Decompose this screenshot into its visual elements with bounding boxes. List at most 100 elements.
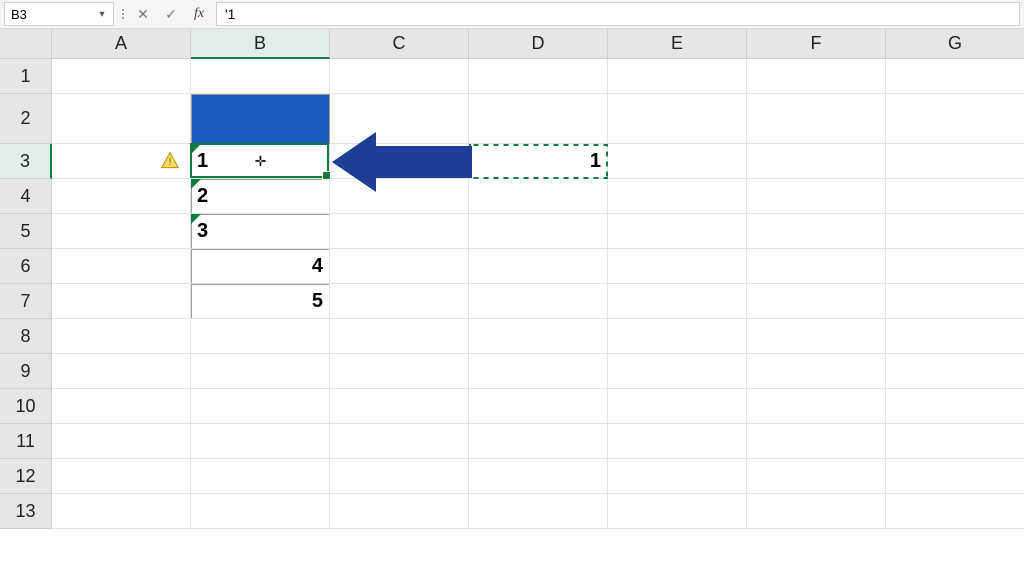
cell-C13[interactable] — [330, 494, 469, 529]
cell-D4[interactable] — [469, 179, 608, 214]
cell-E12[interactable] — [608, 459, 747, 494]
column-header-E[interactable]: E — [608, 29, 747, 59]
cell-F7[interactable] — [747, 284, 886, 319]
name-box[interactable]: B3 ▾ — [4, 2, 114, 26]
cell-A6[interactable] — [52, 249, 191, 284]
cell-G13[interactable] — [886, 494, 1024, 529]
row-header-1[interactable]: 1 — [0, 59, 52, 94]
cell-G8[interactable] — [886, 319, 1024, 354]
formula-input[interactable]: '1 — [216, 2, 1020, 26]
cell-D5[interactable] — [469, 214, 608, 249]
cell-E13[interactable] — [608, 494, 747, 529]
cell-A13[interactable] — [52, 494, 191, 529]
cell-D12[interactable] — [469, 459, 608, 494]
cell-C5[interactable] — [330, 214, 469, 249]
cell-D9[interactable] — [469, 354, 608, 389]
cell-fill-B2[interactable] — [191, 94, 330, 144]
cell-C10[interactable] — [330, 389, 469, 424]
cell-E10[interactable] — [608, 389, 747, 424]
row-header-8[interactable]: 8 — [0, 319, 52, 354]
cell-D11[interactable] — [469, 424, 608, 459]
cell-value-B7[interactable]: 5 — [191, 284, 330, 319]
cell-C8[interactable] — [330, 319, 469, 354]
cell-A10[interactable] — [52, 389, 191, 424]
cell-F10[interactable] — [747, 389, 886, 424]
row-header-4[interactable]: 4 — [0, 179, 52, 214]
cell-D7[interactable] — [469, 284, 608, 319]
cell-A11[interactable] — [52, 424, 191, 459]
column-header-B[interactable]: B — [191, 29, 330, 59]
cell-G3[interactable] — [886, 144, 1024, 179]
cell-F12[interactable] — [747, 459, 886, 494]
cell-G5[interactable] — [886, 214, 1024, 249]
cell-D10[interactable] — [469, 389, 608, 424]
cell-B1[interactable] — [191, 59, 330, 94]
cell-C9[interactable] — [330, 354, 469, 389]
column-header-A[interactable]: A — [52, 29, 191, 59]
cell-E7[interactable] — [608, 284, 747, 319]
cell-E2[interactable] — [608, 94, 747, 144]
cell-C7[interactable] — [330, 284, 469, 319]
cell-C12[interactable] — [330, 459, 469, 494]
cell-A12[interactable] — [52, 459, 191, 494]
cell-value-D3[interactable]: 1 — [469, 144, 608, 179]
cell-A2[interactable] — [52, 94, 191, 144]
cell-G11[interactable] — [886, 424, 1024, 459]
cell-E9[interactable] — [608, 354, 747, 389]
row-header-9[interactable]: 9 — [0, 354, 52, 389]
cell-G12[interactable] — [886, 459, 1024, 494]
cell-F2[interactable] — [747, 94, 886, 144]
warning-icon[interactable]: ! — [159, 150, 181, 172]
cell-G7[interactable] — [886, 284, 1024, 319]
cell-B11[interactable] — [191, 424, 330, 459]
row-header-7[interactable]: 7 — [0, 284, 52, 319]
row-header-11[interactable]: 11 — [0, 424, 52, 459]
cell-E11[interactable] — [608, 424, 747, 459]
enter-button[interactable]: ✓ — [160, 3, 182, 25]
cell-D2[interactable] — [469, 94, 608, 144]
cell-F3[interactable] — [747, 144, 886, 179]
cell-D13[interactable] — [469, 494, 608, 529]
cell-B9[interactable] — [191, 354, 330, 389]
cell-A4[interactable] — [52, 179, 191, 214]
cell-A8[interactable] — [52, 319, 191, 354]
cell-E3[interactable] — [608, 144, 747, 179]
row-header-10[interactable]: 10 — [0, 389, 52, 424]
cell-G6[interactable] — [886, 249, 1024, 284]
row-header-12[interactable]: 12 — [0, 459, 52, 494]
cell-G9[interactable] — [886, 354, 1024, 389]
cell-value-B5[interactable]: 3 — [191, 214, 330, 249]
cell-B13[interactable] — [191, 494, 330, 529]
worksheet-grid[interactable]: ABCDEFG12345678910111213123451✛! — [0, 29, 1024, 576]
cell-F4[interactable] — [747, 179, 886, 214]
select-all-corner[interactable] — [0, 29, 52, 59]
cell-D6[interactable] — [469, 249, 608, 284]
cell-G1[interactable] — [886, 59, 1024, 94]
cell-value-B3[interactable]: 1 — [191, 144, 330, 179]
chevron-down-icon[interactable]: ▾ — [95, 7, 109, 21]
cell-A7[interactable] — [52, 284, 191, 319]
cell-B12[interactable] — [191, 459, 330, 494]
column-header-G[interactable]: G — [886, 29, 1024, 59]
cell-A9[interactable] — [52, 354, 191, 389]
cell-B10[interactable] — [191, 389, 330, 424]
cell-E5[interactable] — [608, 214, 747, 249]
cell-F13[interactable] — [747, 494, 886, 529]
cancel-button[interactable]: ✕ — [132, 3, 154, 25]
insert-function-button[interactable]: fx — [188, 3, 210, 25]
cell-C6[interactable] — [330, 249, 469, 284]
cell-G4[interactable] — [886, 179, 1024, 214]
cell-E1[interactable] — [608, 59, 747, 94]
cell-E8[interactable] — [608, 319, 747, 354]
row-header-3[interactable]: 3 — [0, 144, 52, 179]
cell-D8[interactable] — [469, 319, 608, 354]
cell-E4[interactable] — [608, 179, 747, 214]
row-header-6[interactable]: 6 — [0, 249, 52, 284]
row-header-2[interactable]: 2 — [0, 94, 52, 144]
cell-value-B6[interactable]: 4 — [191, 249, 330, 284]
column-header-D[interactable]: D — [469, 29, 608, 59]
column-header-F[interactable]: F — [747, 29, 886, 59]
cell-F9[interactable] — [747, 354, 886, 389]
cell-B8[interactable] — [191, 319, 330, 354]
cell-F5[interactable] — [747, 214, 886, 249]
